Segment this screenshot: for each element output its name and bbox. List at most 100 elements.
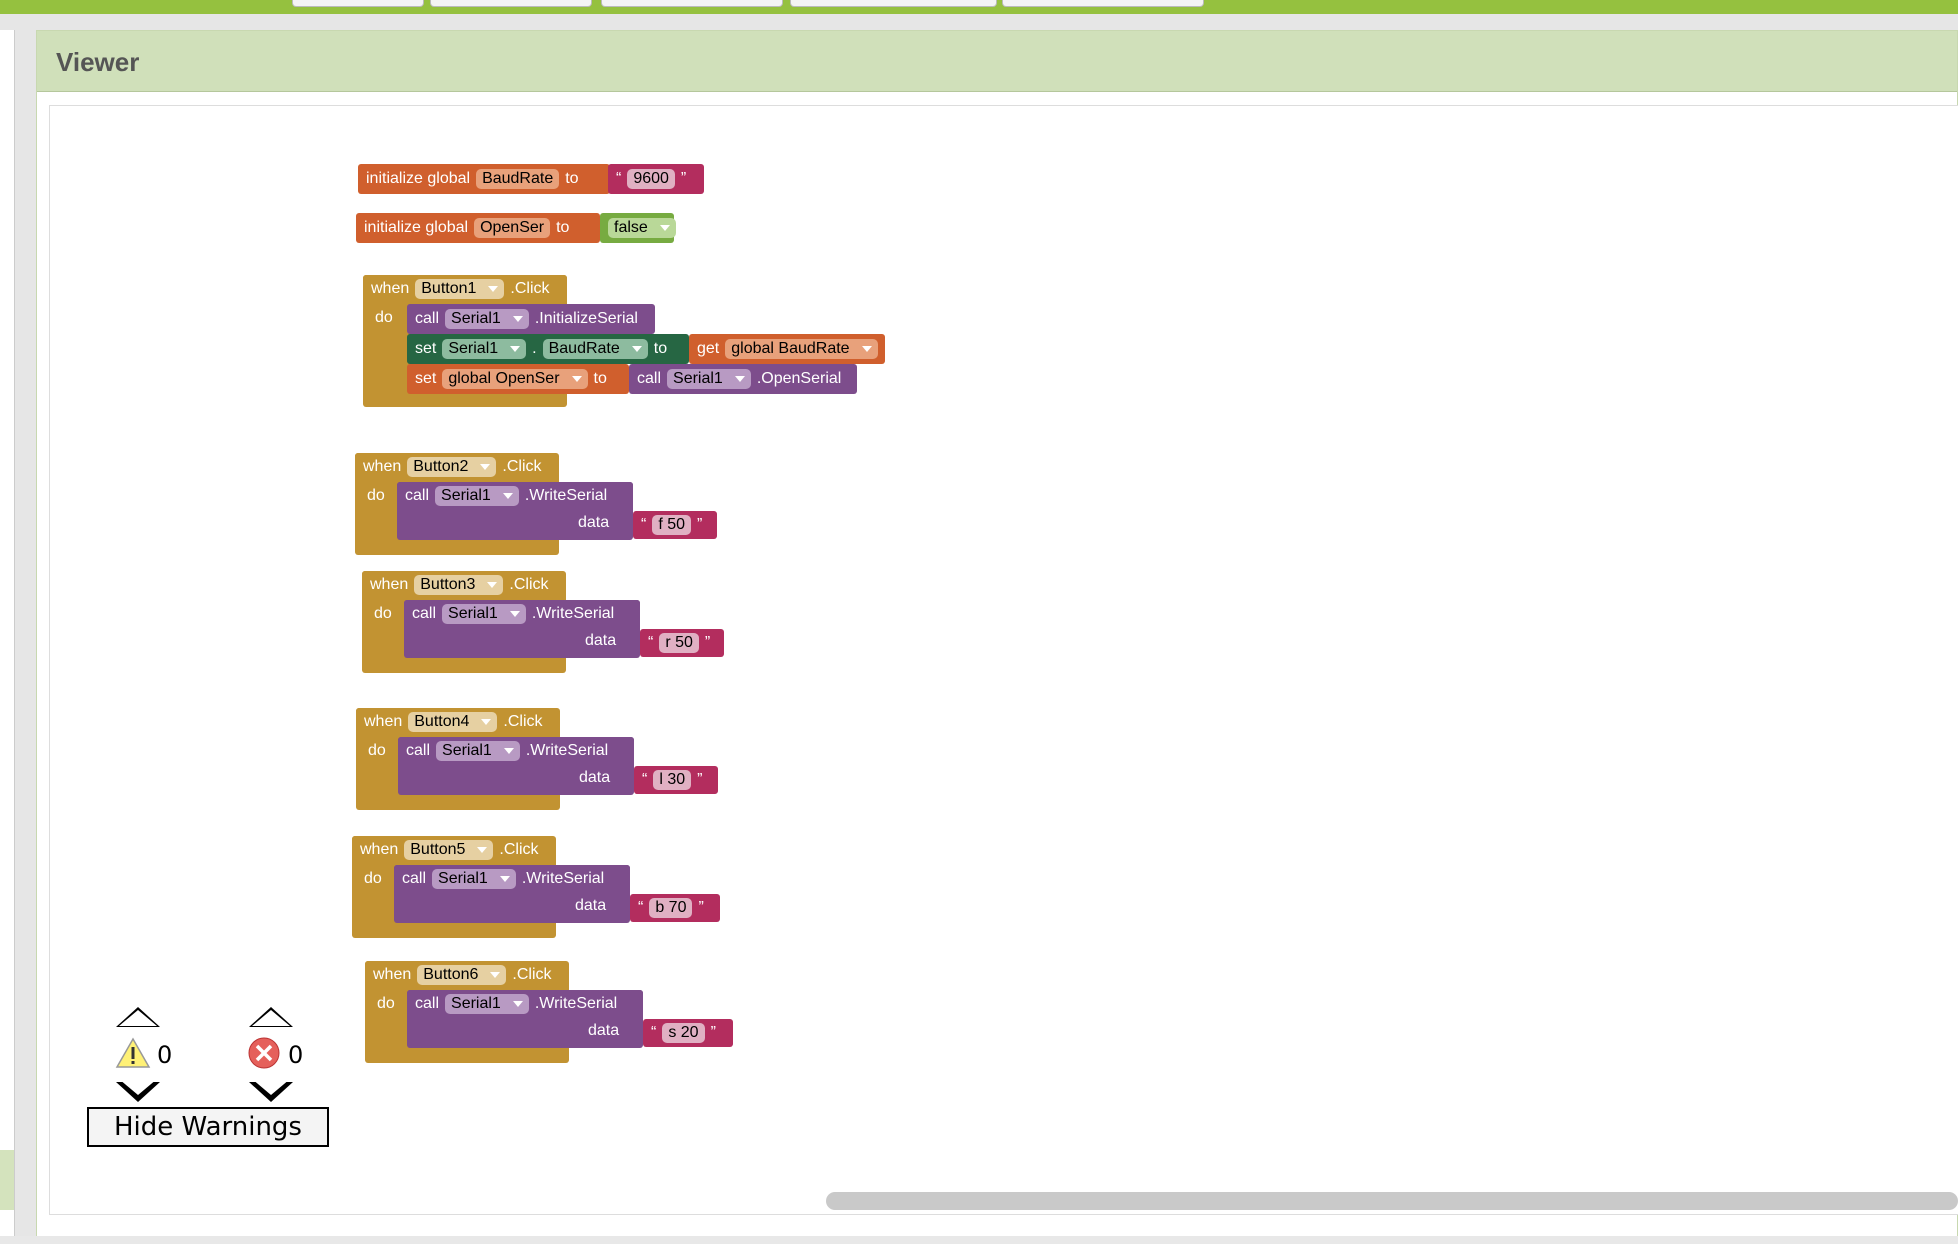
variable-name-field[interactable]: BaudRate	[476, 169, 560, 189]
workspace-horizontal-scrollbar[interactable]	[826, 1192, 1958, 1210]
toolbar-tab[interactable]	[1002, 0, 1204, 7]
boolean-dropdown[interactable]: false	[608, 218, 676, 238]
quote-close: ”	[680, 170, 687, 187]
toolbar-tab[interactable]	[601, 0, 783, 7]
dropdown-arrow-icon	[487, 581, 498, 588]
component-name: Serial1	[448, 605, 498, 622]
component-name: Serial1	[673, 370, 723, 387]
warning-count: 0	[157, 1041, 173, 1069]
variable-name: global OpenSer	[448, 370, 560, 387]
set-baudrate-block[interactable]: set Serial1 . BaudRate to	[407, 334, 689, 364]
component-name: Button2	[413, 458, 469, 475]
quote-open: “	[641, 516, 647, 533]
component-dropdown[interactable]: Serial1	[445, 309, 529, 329]
toolbar-tab[interactable]	[790, 0, 997, 7]
variable-name-field[interactable]: OpenSer	[474, 218, 551, 238]
method-name: .WriteSerial	[525, 742, 609, 759]
component-dropdown[interactable]: Serial1	[432, 869, 516, 889]
blocks-drawer-panel	[0, 30, 15, 1244]
component-dropdown[interactable]: Button3	[414, 575, 504, 595]
dropdown-arrow-icon	[488, 285, 499, 292]
quote-close: ”	[698, 899, 704, 916]
property-dropdown[interactable]: BaudRate	[542, 339, 648, 359]
viewer-title: Viewer	[56, 47, 140, 77]
do-label: do	[364, 870, 382, 887]
quote-open: “	[651, 1024, 657, 1041]
quote-open: “	[648, 634, 654, 651]
set-global-openser-block[interactable]: set global OpenSer to	[407, 364, 629, 394]
text-value-field[interactable]: l 30	[653, 770, 692, 790]
component-dropdown[interactable]: Serial1	[442, 604, 526, 624]
toolbar-tab[interactable]	[430, 0, 592, 7]
text-block[interactable]: “ s 20 ”	[643, 1019, 733, 1047]
component-name: Button3	[420, 576, 476, 593]
data-socket-label: data	[578, 514, 610, 531]
do-label: do	[377, 995, 395, 1012]
variable-dropdown[interactable]: global BaudRate	[725, 339, 878, 359]
quote-open: “	[638, 899, 644, 916]
text-block[interactable]: “ l 30 ”	[634, 766, 718, 794]
component-dropdown[interactable]: Button1	[415, 279, 505, 299]
previous-error-arrow[interactable]	[249, 1007, 293, 1027]
component-dropdown[interactable]: Serial1	[435, 486, 519, 506]
when-label: when	[371, 280, 410, 297]
dropdown-arrow-icon	[480, 463, 491, 470]
text-block[interactable]: “ f 50 ”	[633, 511, 717, 539]
to-label: to	[653, 340, 668, 357]
method-name: .WriteSerial	[534, 995, 618, 1012]
text-value-field[interactable]: s 20	[662, 1023, 705, 1043]
component-dropdown[interactable]: Serial1	[667, 369, 751, 389]
hide-warnings-button[interactable]: Hide Warnings	[87, 1107, 329, 1147]
component-name: Serial1	[451, 310, 501, 327]
text-value-field[interactable]: r 50	[659, 633, 699, 653]
text-value-field[interactable]: 9600	[627, 169, 675, 189]
component-dropdown[interactable]: Serial1	[442, 339, 527, 359]
call-initializeserial-block[interactable]: call Serial1 .InitializeSerial	[407, 304, 655, 334]
init-global-label: initialize global	[366, 170, 471, 187]
do-label: do	[367, 487, 385, 504]
component-dropdown[interactable]: Serial1	[445, 994, 529, 1014]
text-value-field[interactable]: f 50	[652, 515, 692, 535]
dropdown-arrow-icon	[571, 375, 582, 382]
quote-close: ”	[704, 634, 711, 651]
quote-close: ”	[697, 516, 703, 533]
call-label: call	[402, 870, 427, 887]
component-name: Serial1	[438, 870, 488, 887]
when-label: when	[364, 713, 403, 730]
do-label: do	[368, 742, 386, 759]
text-block[interactable]: “ 9600 ”	[608, 164, 704, 194]
method-name: .WriteSerial	[521, 870, 605, 887]
when-label: when	[363, 458, 402, 475]
variable-name: global BaudRate	[731, 340, 850, 357]
text-value-field[interactable]: b 70	[649, 898, 693, 918]
dropdown-arrow-icon	[659, 224, 670, 231]
get-global-baudrate-block[interactable]: get global BaudRate	[689, 334, 885, 364]
data-socket-label: data	[575, 897, 607, 914]
variable-dropdown[interactable]: global OpenSer	[442, 369, 588, 389]
component-dropdown[interactable]: Button5	[404, 840, 494, 860]
bottom-strip	[0, 1236, 1958, 1244]
next-error-arrow[interactable]	[249, 1079, 293, 1102]
component-dropdown[interactable]: Button6	[417, 965, 507, 985]
blocks-workspace[interactable]	[49, 105, 1958, 1215]
dropdown-arrow-icon	[477, 846, 488, 853]
quote-close: ”	[697, 771, 703, 788]
component-dropdown[interactable]: Serial1	[436, 741, 520, 761]
next-warning-arrow[interactable]	[116, 1079, 160, 1102]
do-label: do	[375, 309, 393, 326]
event-name: .Click	[503, 713, 543, 730]
text-block[interactable]: “ r 50 ”	[640, 629, 724, 657]
component-name: Serial1	[441, 487, 491, 504]
boolean-block[interactable]: false	[600, 213, 676, 243]
call-openserial-block[interactable]: call Serial1 .OpenSerial	[629, 364, 857, 394]
warning-triangle-icon	[115, 1037, 151, 1068]
boolean-value: false	[614, 219, 648, 236]
method-name: .InitializeSerial	[534, 310, 638, 327]
to-label: to	[565, 170, 579, 187]
previous-warning-arrow[interactable]	[116, 1007, 160, 1027]
component-dropdown[interactable]: Button2	[407, 457, 497, 477]
text-block[interactable]: “ b 70 ”	[630, 894, 720, 922]
component-dropdown[interactable]: Button4	[408, 712, 498, 732]
dropdown-arrow-icon	[509, 610, 520, 617]
toolbar-tab[interactable]	[292, 0, 424, 7]
